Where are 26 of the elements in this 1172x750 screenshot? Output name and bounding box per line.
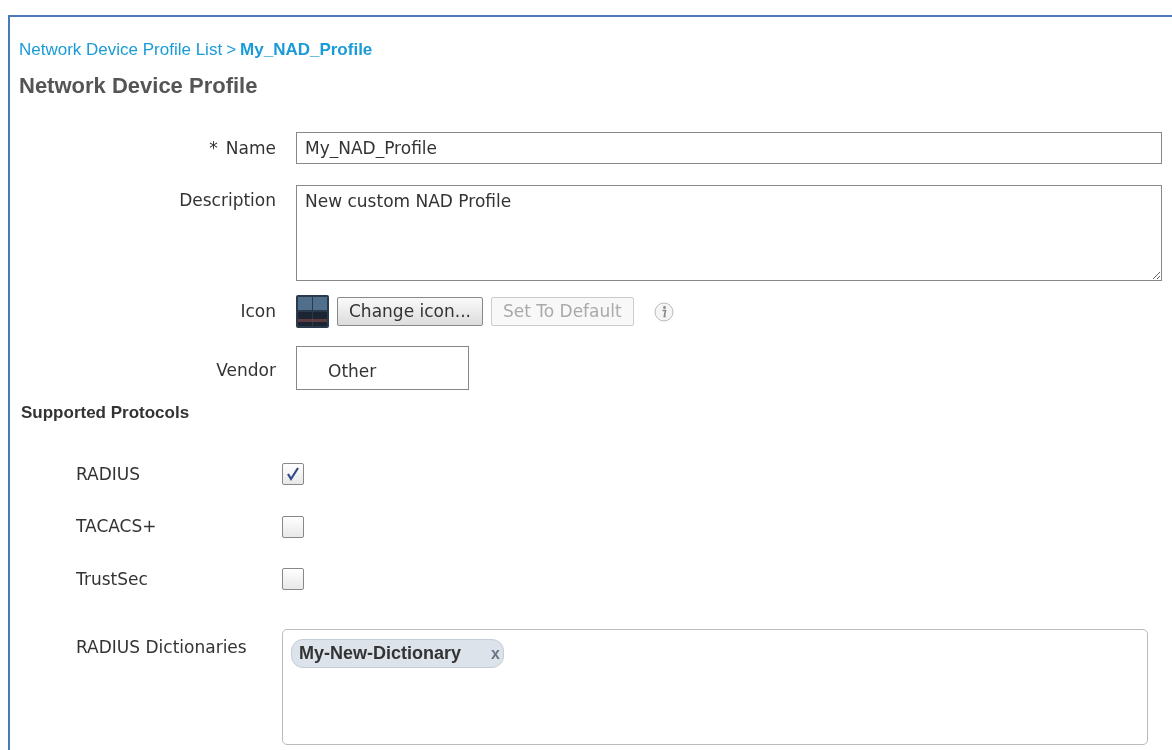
- field-label: Description: [178, 189, 276, 212]
- description-input[interactable]: New custom NAD Profile: [296, 185, 1162, 281]
- field-label: Icon: [239, 299, 276, 323]
- dictionary-field[interactable]: My-New-Dictionary x: [282, 629, 1148, 745]
- remove-tag-button[interactable]: x: [491, 641, 500, 666]
- vendor-field[interactable]: Other: [296, 346, 469, 390]
- field-label: Name: [225, 137, 276, 160]
- device-icon: [296, 295, 329, 328]
- protocol-checkbox[interactable]: [282, 568, 304, 591]
- required-mark: *: [209, 137, 218, 160]
- tag-label: My-New-Dictionary: [299, 642, 462, 665]
- protocol-label: TrustSec: [76, 567, 149, 591]
- protocol-checkbox[interactable]: [282, 515, 304, 538]
- field-label: RADIUS Dictionaries: [76, 636, 248, 659]
- breadcrumb-separator: >: [226, 39, 237, 61]
- breadcrumb-current: My_NAD_Profile: [240, 39, 373, 61]
- protocol-label: TACACS+: [76, 515, 158, 538]
- protocol-label: RADIUS: [76, 462, 142, 486]
- protocol-checkbox[interactable]: [282, 463, 304, 486]
- section-heading: Supported Protocols: [21, 402, 191, 424]
- page-title: Network Device Profile: [19, 72, 259, 100]
- field-label: Vendor: [215, 359, 276, 382]
- info-icon[interactable]: [653, 301, 674, 322]
- name-input[interactable]: My_NAD_Profile: [296, 132, 1162, 164]
- check-icon: [285, 466, 301, 483]
- change-icon-button[interactable]: Change icon...: [337, 296, 483, 327]
